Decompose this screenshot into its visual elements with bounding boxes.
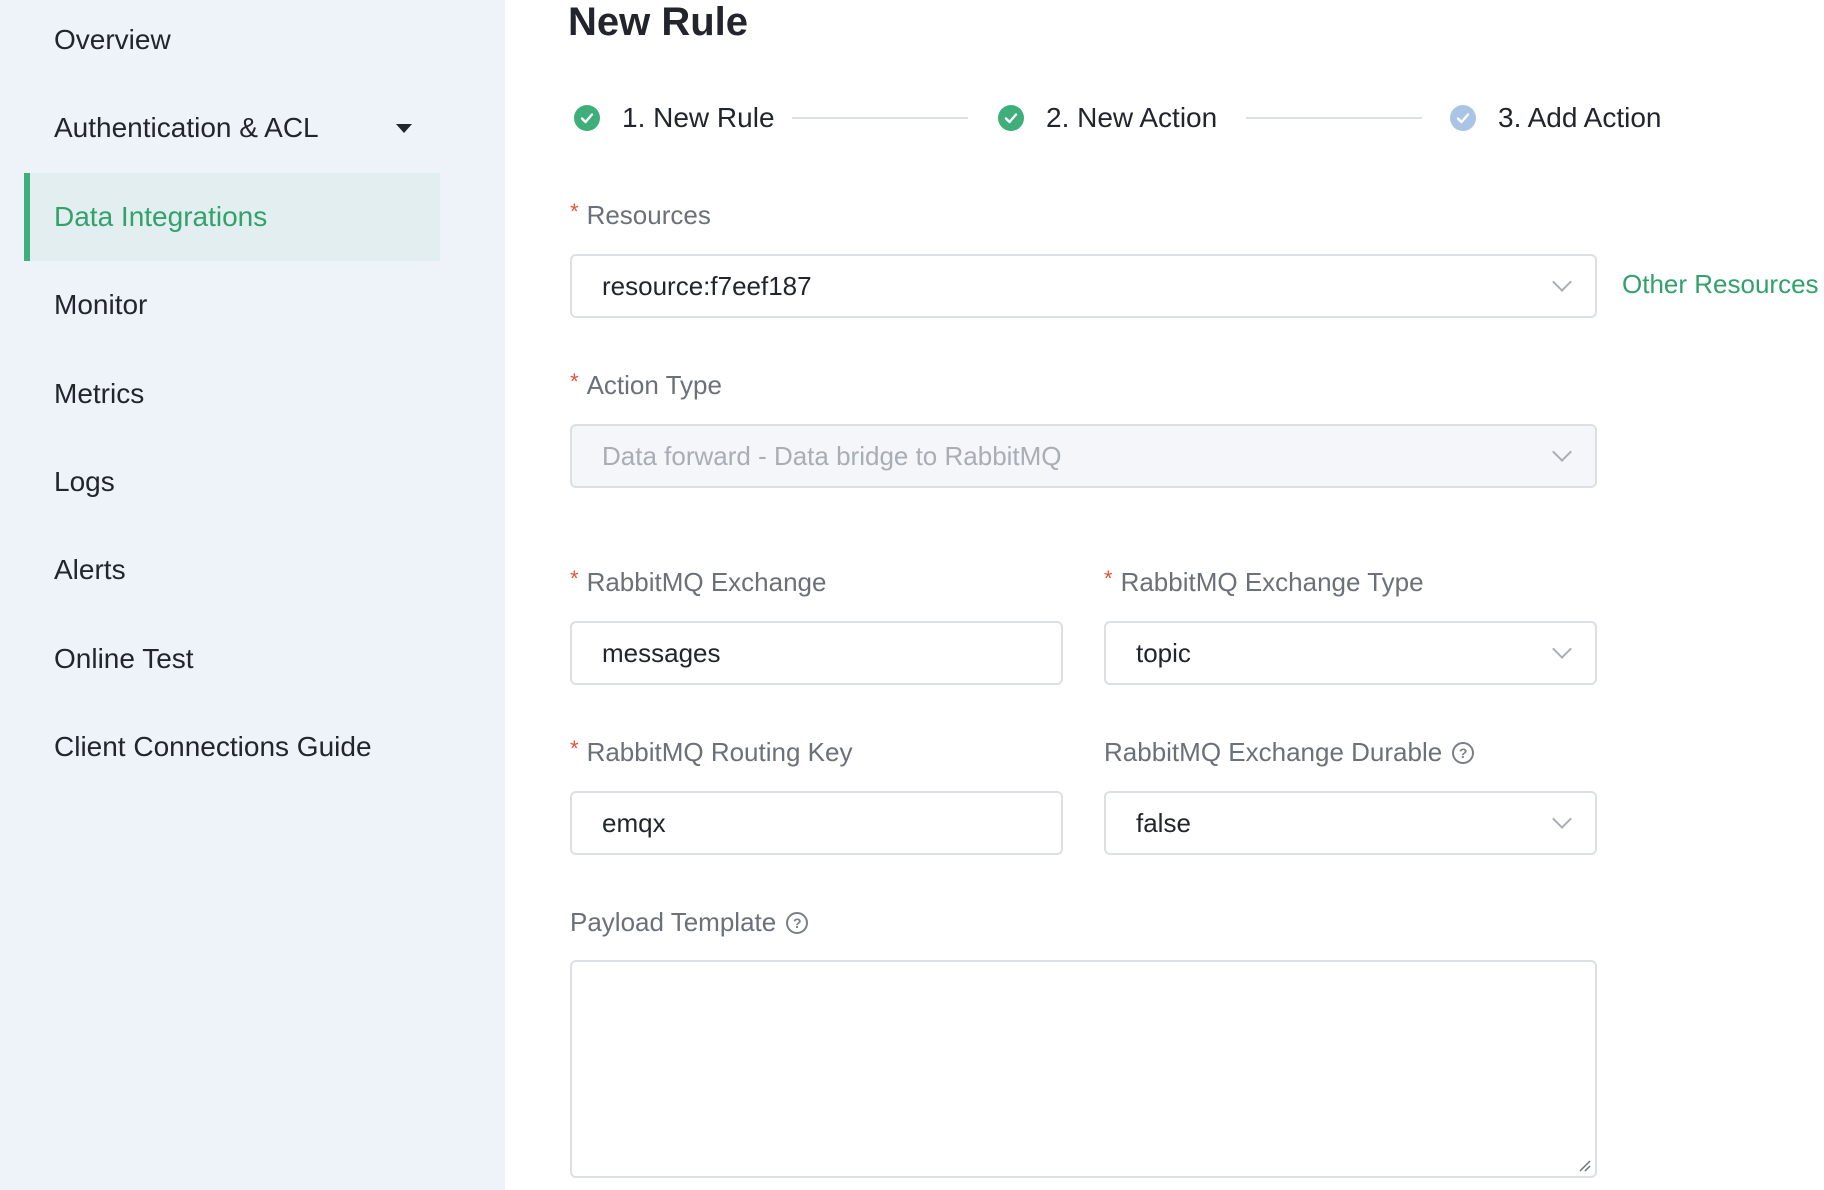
routing-key-label: * RabbitMQ Routing Key: [570, 735, 853, 768]
exchange-label: * RabbitMQ Exchange: [570, 565, 827, 598]
chevron-down-icon: [1552, 809, 1572, 829]
step-add-action: 3. Add Action: [1450, 98, 1661, 138]
step-new-action: 2. New Action: [998, 98, 1217, 138]
required-asterisk: *: [570, 735, 579, 761]
payload-template-textarea[interactable]: [570, 960, 1597, 1178]
step-new-rule: 1. New Rule: [574, 98, 775, 138]
exchange-durable-label: RabbitMQ Exchange Durable ?: [1104, 737, 1475, 768]
chevron-down-icon: [1552, 272, 1572, 292]
page-title: New Rule: [568, 0, 749, 44]
required-asterisk: *: [1104, 565, 1113, 591]
sidebar-item-monitor[interactable]: Monitor: [24, 261, 440, 349]
resources-select[interactable]: resource:f7eef187: [570, 254, 1597, 318]
chevron-down-icon: [1552, 639, 1572, 659]
sidebar-item-overview[interactable]: Overview: [24, 0, 440, 84]
chevron-down-icon: [1552, 442, 1572, 462]
check-circle-icon: [574, 105, 600, 131]
exchange-durable-select[interactable]: false: [1104, 791, 1597, 855]
required-asterisk: *: [570, 368, 579, 394]
check-circle-icon: [998, 105, 1024, 131]
exchange-type-select[interactable]: topic: [1104, 621, 1597, 685]
sidebar-item-alerts[interactable]: Alerts: [24, 526, 440, 614]
step-connector: [1246, 117, 1422, 119]
other-resources-link[interactable]: Other Resources: [1622, 269, 1819, 300]
routing-key-value: emqx: [602, 807, 666, 838]
resources-value: resource:f7eef187: [602, 270, 812, 301]
resize-grip-icon[interactable]: [1577, 1158, 1591, 1172]
routing-key-input[interactable]: emqx: [570, 791, 1063, 855]
sidebar-item-data-integrations[interactable]: Data Integrations: [24, 173, 440, 261]
sidebar-item-label: Monitor: [54, 289, 148, 320]
question-circle-icon[interactable]: ?: [1452, 741, 1475, 764]
resources-label: * Resources: [570, 198, 711, 231]
action-type-select: Data forward - Data bridge to RabbitMQ: [570, 424, 1597, 488]
step-label: 2. New Action: [1046, 102, 1218, 133]
sidebar-item-label: Client Connections Guide: [54, 731, 372, 762]
required-asterisk: *: [570, 565, 579, 591]
exchange-value: messages: [602, 637, 721, 668]
question-circle-icon[interactable]: ?: [786, 911, 809, 934]
sidebar-item-label: Metrics: [54, 378, 145, 409]
step-label: 3. Add Action: [1498, 102, 1662, 133]
caret-down-icon: [396, 124, 412, 133]
sidebar-item-label: Logs: [54, 466, 115, 497]
action-type-label: * Action Type: [570, 368, 722, 401]
step-label: 1. New Rule: [622, 102, 775, 133]
sidebar-item-online-test[interactable]: Online Test: [24, 615, 440, 703]
exchange-type-value: topic: [1136, 637, 1191, 668]
exchange-type-label: * RabbitMQ Exchange Type: [1104, 565, 1424, 598]
required-asterisk: *: [570, 198, 579, 224]
sidebar-item-label: Authentication & ACL: [54, 112, 319, 143]
sidebar-item-label: Data Integrations: [54, 201, 268, 232]
check-circle-icon: [1450, 105, 1476, 131]
payload-template-label: Payload Template ?: [570, 907, 809, 938]
sidebar-item-label: Online Test: [54, 643, 194, 674]
sidebar-item-authentication-acl[interactable]: Authentication & ACL: [24, 84, 440, 172]
sidebar: Overview Authentication & ACL Data Integ…: [0, 0, 505, 1190]
sidebar-item-label: Alerts: [54, 554, 126, 585]
sidebar-item-client-connections-guide[interactable]: Client Connections Guide: [24, 703, 440, 791]
sidebar-item-logs[interactable]: Logs: [24, 438, 440, 526]
action-type-value: Data forward - Data bridge to RabbitMQ: [602, 440, 1062, 471]
exchange-durable-value: false: [1136, 807, 1191, 838]
sidebar-item-metrics[interactable]: Metrics: [24, 350, 440, 438]
sidebar-item-label: Overview: [54, 24, 171, 55]
exchange-input[interactable]: messages: [570, 621, 1063, 685]
step-connector: [792, 117, 968, 119]
